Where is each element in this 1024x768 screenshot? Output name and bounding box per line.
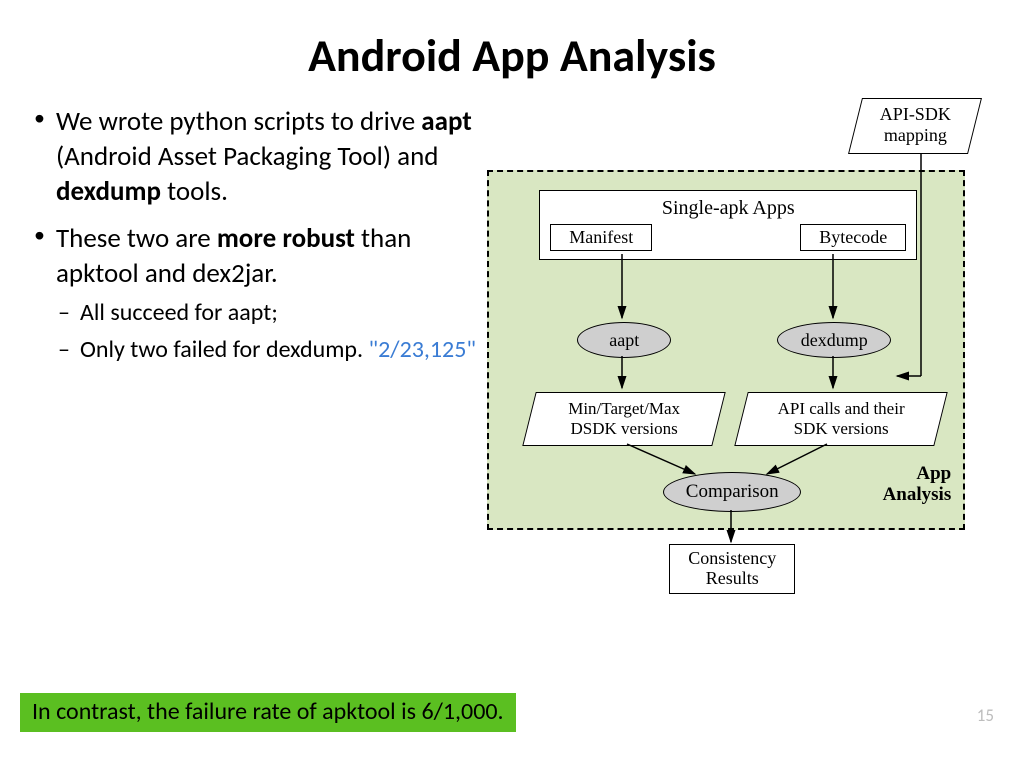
label: Results <box>706 568 759 588</box>
page-number: 15 <box>977 705 994 726</box>
comparison-ellipse: Comparison <box>663 472 801 512</box>
content-area: We wrote python scripts to drive aapt (A… <box>0 94 1024 378</box>
versions-parallelogram: Min/Target/Max DSDK versions <box>522 392 725 446</box>
label: Analysis <box>883 484 952 505</box>
text: (Android Asset Packaging Tool) and <box>56 140 438 173</box>
diagram-column: API-SDK mapping Single-apk Apps Manifest… <box>477 94 994 378</box>
app-analysis-label: App Analysis <box>883 464 952 506</box>
label: DSDK versions <box>571 419 678 438</box>
api-sdk-parallelogram: API-SDK mapping <box>848 98 982 154</box>
subbullet-1: All succeed for aapt; <box>56 297 477 329</box>
text-bold: dexdump <box>56 175 161 208</box>
label: API-SDK <box>880 104 951 124</box>
label: Single-apk Apps <box>540 191 916 224</box>
text: tools. <box>161 175 228 208</box>
subbullet-2: Only two failed for dexdump. "2/23,125" <box>56 334 477 366</box>
text: These two are <box>56 222 217 255</box>
highlight-bar: In contrast, the failure rate of apktool… <box>20 693 516 732</box>
text-bold: more robust <box>217 222 355 255</box>
label: SDK versions <box>794 419 889 438</box>
bytecode-box: Bytecode <box>800 224 906 251</box>
bullet-column: We wrote python scripts to drive aapt (A… <box>30 94 477 378</box>
aapt-ellipse: aapt <box>577 322 671 358</box>
api-calls-parallelogram: API calls and their SDK versions <box>734 392 947 446</box>
slide-title: Android App Analysis <box>0 0 1024 94</box>
text-blue: "2/23,125" <box>369 335 476 364</box>
single-apk-box: Single-apk Apps Manifest Bytecode <box>539 190 917 260</box>
label: Min/Target/Max <box>568 399 680 418</box>
label: API calls and their <box>778 399 905 418</box>
bullet-1: We wrote python scripts to drive aapt (A… <box>30 104 477 209</box>
text: We wrote python scripts to drive <box>56 105 421 138</box>
dexdump-ellipse: dexdump <box>777 322 891 358</box>
manifest-box: Manifest <box>550 224 652 251</box>
text-bold: aapt <box>421 105 471 138</box>
diagram: API-SDK mapping Single-apk Apps Manifest… <box>477 94 997 634</box>
label: App <box>916 463 951 484</box>
label: Consistency <box>688 548 776 568</box>
bullet-2: These two are more robust than apktool a… <box>30 221 477 366</box>
consistency-results-box: Consistency Results <box>669 544 795 594</box>
text: Only two failed for dexdump. <box>80 335 369 364</box>
label: mapping <box>884 125 947 145</box>
app-analysis-dashed-box: Single-apk Apps Manifest Bytecode aapt d… <box>487 170 965 530</box>
